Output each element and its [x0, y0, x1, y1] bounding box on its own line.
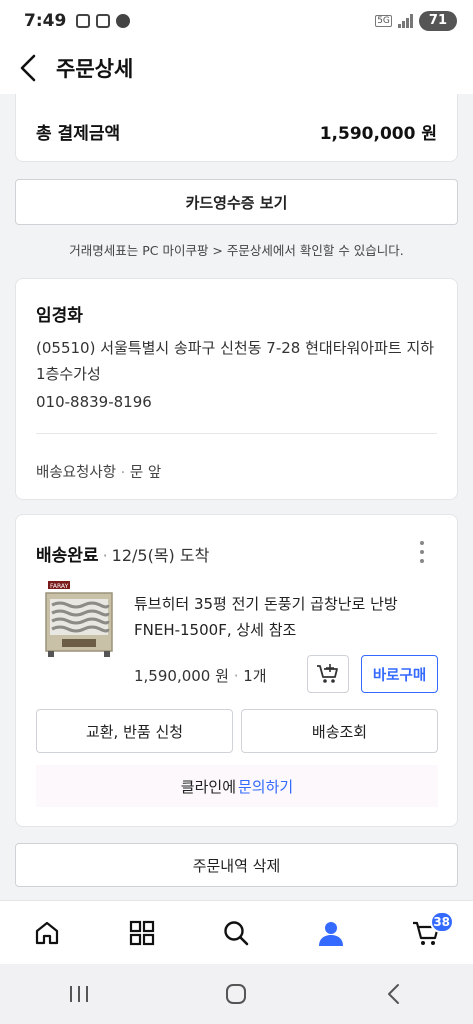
product-quantity: 1개 [243, 667, 267, 685]
battery-level: 71 [418, 11, 457, 31]
page-title: 주문상세 [56, 57, 134, 81]
system-navigation-bar [0, 964, 473, 1024]
more-options-button[interactable] [417, 541, 427, 563]
gallery-notification-icon [76, 14, 91, 28]
recent-apps-button[interactable] [39, 969, 119, 1019]
add-to-cart-button[interactable] [307, 655, 349, 693]
total-payment-value: 1,590,000 원 [319, 124, 437, 144]
delivery-status: 배송완료 [36, 546, 99, 566]
buy-now-button[interactable]: 바로구매 [361, 655, 438, 693]
notification-icons [76, 14, 131, 28]
home-icon [36, 921, 59, 944]
nav-search[interactable] [206, 903, 266, 963]
recipient-address: (05510) 서울특별시 송파구 신천동 7-28 현대타워아파트 지하 1층… [36, 339, 435, 383]
card-receipt-button[interactable]: 카드영수증 보기 [15, 179, 458, 225]
shipping-address-card: 임경화 (05510) 서울특별시 송파구 신천동 7-28 현대타워아파트 지… [15, 278, 458, 500]
system-back-button[interactable] [354, 969, 434, 1019]
app-header: 주문상세 [0, 42, 473, 94]
status-time: 7:49 [24, 11, 67, 31]
delivery-request-value: 문 앞 [129, 465, 162, 481]
total-payment-label: 총 결제금액 [36, 124, 121, 144]
delivery-request-label: 배송요청사항 [36, 465, 117, 481]
home-circle-icon [226, 984, 247, 1004]
payment-summary-row-clipped [36, 94, 437, 95]
nav-my-coupang[interactable] [301, 903, 361, 963]
product-price-quantity: 1,590,000 원 · 1개 [134, 667, 267, 685]
thumbnail-brand: FARAY [50, 583, 69, 590]
screenshot-notification-icon [96, 14, 111, 28]
nav-categories[interactable] [112, 903, 172, 963]
order-item-card: 배송완료 · 12/5(목) 도착 FARAY 튜브히터 35평 전기 돈풍기 … [15, 514, 458, 827]
delivery-date: 12/5(목) 도착 [111, 546, 210, 565]
order-detail-content[interactable]: 총 결제금액 1,590,000 원 카드영수증 보기 거래명세표는 PC 마이… [0, 94, 473, 900]
product-price: 1,590,000 원 [134, 667, 229, 685]
seller-inquiry-link[interactable]: 문의하기 [238, 776, 293, 797]
delivery-status-row: 배송완료 · 12/5(목) 도착 [36, 541, 209, 566]
delete-order-button[interactable]: 주문내역 삭제 [15, 843, 458, 887]
facebook-notification-icon [116, 14, 131, 28]
cart-add-icon [317, 664, 338, 683]
seller-inquiry-bar: 클라인에 문의하기 [36, 765, 438, 807]
cart-count-badge: 38 [429, 910, 454, 933]
track-delivery-button[interactable]: 배송조회 [241, 709, 438, 753]
chevron-left-icon [20, 54, 36, 82]
network-type-label: 5G [375, 15, 392, 27]
product-name[interactable]: 튜브히터 35평 전기 돈풍기 곱창난로 난방 FNEH-1500F, 상세 참… [134, 591, 441, 643]
bottom-navigation: 38 [0, 900, 473, 964]
user-icon [319, 921, 344, 946]
back-button[interactable] [0, 42, 56, 94]
signal-icon [397, 14, 413, 28]
recipient-phone: 010-8839-8196 [36, 393, 152, 411]
seller-name: 클라인에 [180, 777, 236, 796]
nav-cart[interactable]: 38 [396, 903, 456, 963]
total-payment-row: 총 결제금액 1,590,000 원 [36, 119, 437, 144]
recent-apps-icon [69, 986, 88, 1002]
recipient-name: 임경화 [36, 306, 83, 326]
status-bar: 7:49 5G 71 [0, 0, 473, 42]
invoice-notice: 거래명세표는 PC 마이쿠팡 > 주문상세에서 확인할 수 있습니다. [69, 243, 404, 258]
grid-icon [129, 920, 154, 945]
delivery-request: 배송요청사항 · 문 앞 [36, 465, 162, 481]
product-thumbnail[interactable]: FARAY [38, 577, 118, 663]
search-icon [224, 920, 249, 945]
back-arrow-icon [388, 984, 400, 1004]
payment-summary-card: 총 결제금액 1,590,000 원 [15, 94, 458, 162]
exchange-return-button[interactable]: 교환, 반품 신청 [36, 709, 233, 753]
nav-home[interactable] [17, 903, 77, 963]
divider [36, 433, 437, 434]
system-home-button[interactable] [196, 969, 276, 1019]
